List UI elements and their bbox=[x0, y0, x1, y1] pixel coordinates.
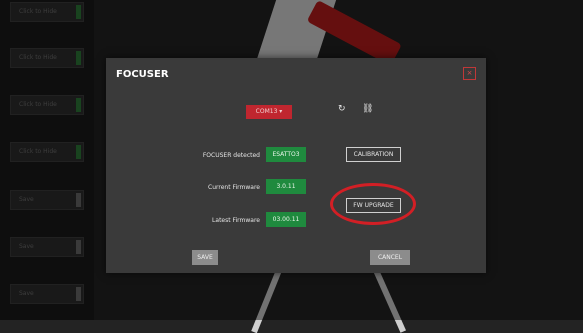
disconnect-icon[interactable]: ⛓ bbox=[362, 104, 373, 114]
detected-label: FOCUSER detected bbox=[202, 152, 260, 159]
latest-firmware-label: Latest Firmware bbox=[212, 217, 260, 224]
latest-firmware-value: 03.00.11 bbox=[266, 212, 306, 227]
save-button[interactable]: SAVE bbox=[192, 250, 218, 265]
current-firmware-label: Current Firmware bbox=[208, 184, 260, 191]
current-firmware-value: 3.0.11 bbox=[266, 179, 306, 194]
refresh-icon[interactable]: ↻ bbox=[338, 104, 346, 114]
highlight-ring bbox=[330, 183, 416, 225]
cancel-button[interactable]: CANCEL bbox=[370, 250, 410, 265]
detected-value: ESATTO3 bbox=[266, 147, 306, 162]
dialog-title: FOCUSER bbox=[116, 69, 169, 80]
close-button[interactable]: × bbox=[463, 67, 476, 80]
focuser-dialog: FOCUSER × COM13 ▾ ↻ ⛓ FOCUSER detected E… bbox=[106, 58, 486, 273]
calibration-button[interactable]: CALIBRATION bbox=[346, 147, 401, 162]
port-select[interactable]: COM13 ▾ bbox=[246, 105, 292, 119]
